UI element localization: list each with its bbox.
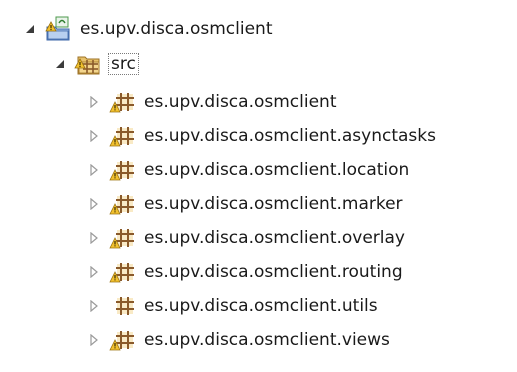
source-folder-label: src [108,53,139,75]
tree-item-project[interactable]: es.upv.disca.osmclient [22,12,272,46]
package-icon [108,293,136,319]
expanded-arrow-icon[interactable] [22,21,38,37]
collapsed-arrow-icon[interactable] [86,162,102,178]
package-warning-icon [108,89,136,115]
package-label: es.upv.disca.osmclient.utils [144,296,378,316]
package-warning-icon [108,225,136,251]
tree-item-package[interactable]: es.upv.disca.osmclient.overlay [86,221,405,255]
package-warning-icon [108,123,136,149]
tree-item-package[interactable]: es.upv.disca.osmclient.views [86,323,390,357]
package-label: es.upv.disca.osmclient.overlay [144,228,405,248]
project-label: es.upv.disca.osmclient [80,19,273,39]
tree-item-package[interactable]: es.upv.disca.osmclient.routing [86,255,403,289]
package-warning-icon [108,259,136,285]
package-label: es.upv.disca.osmclient.location [144,160,410,180]
java-project-icon [44,16,72,42]
tree-item-package[interactable]: es.upv.disca.osmclient.utils [86,289,378,323]
source-folder-icon [74,51,102,77]
tree-item-package[interactable]: es.upv.disca.osmclient.location [86,153,409,187]
package-warning-icon [108,327,136,353]
collapsed-arrow-icon[interactable] [86,264,102,280]
tree-item-package[interactable]: es.upv.disca.osmclient.marker [86,187,403,221]
tree-item-package[interactable]: es.upv.disca.osmclient [86,85,336,119]
package-warning-icon [108,157,136,183]
package-explorer-tree: es.upv.disca.osmclient src es.upv.disca.… [0,0,517,372]
package-label: es.upv.disca.osmclient [144,92,337,112]
collapsed-arrow-icon[interactable] [86,298,102,314]
collapsed-arrow-icon[interactable] [86,94,102,110]
expanded-arrow-icon[interactable] [52,56,68,72]
package-label: es.upv.disca.osmclient.asynctasks [144,126,436,146]
collapsed-arrow-icon[interactable] [86,230,102,246]
collapsed-arrow-icon[interactable] [86,128,102,144]
tree-item-package[interactable]: es.upv.disca.osmclient.asynctasks [86,119,436,153]
package-warning-icon [108,191,136,217]
tree-item-source-folder[interactable]: src [52,47,139,81]
package-label: es.upv.disca.osmclient.marker [144,194,403,214]
collapsed-arrow-icon[interactable] [86,196,102,212]
package-label: es.upv.disca.osmclient.views [144,330,390,350]
package-label: es.upv.disca.osmclient.routing [144,262,403,282]
collapsed-arrow-icon[interactable] [86,332,102,348]
